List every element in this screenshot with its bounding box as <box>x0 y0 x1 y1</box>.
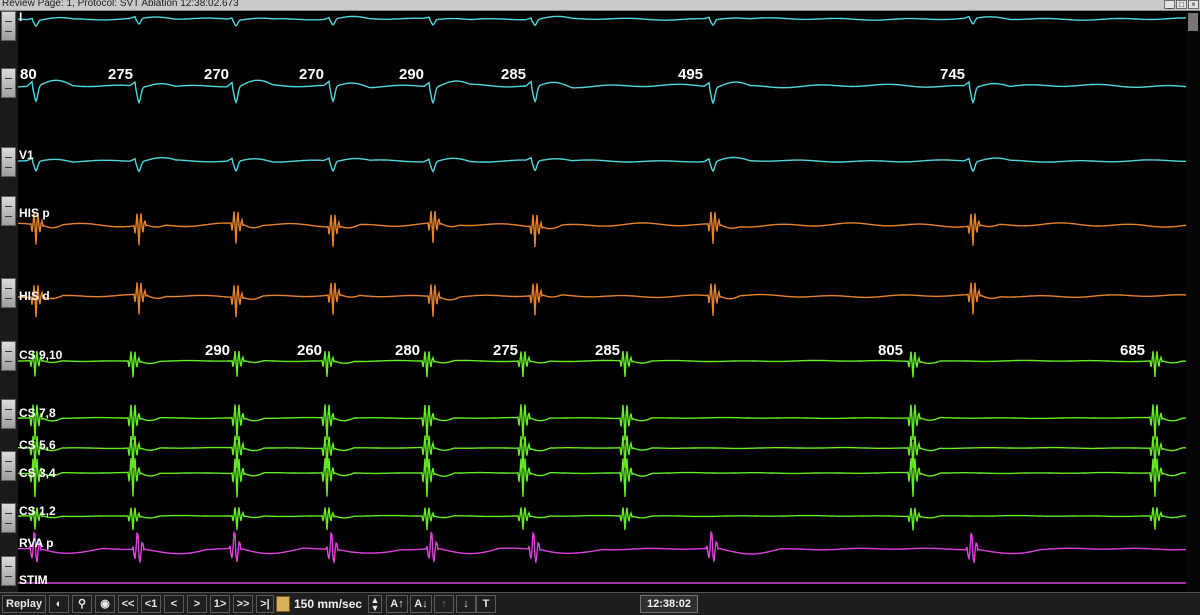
channel-label-CS56: CS 5,6 <box>19 438 56 452</box>
right-scroll-rail <box>1186 11 1200 592</box>
window-title: Review Page: 1, Protocol: SVT Ablation 1… <box>2 0 239 9</box>
waveform-canvas: I V1 HIS p HIS d CS 9,10 CS 7,8 CS 5,6 CS 3,4 CS… <box>17 10 1187 587</box>
scroll-handle[interactable] <box>1188 13 1198 31</box>
interval-label-surface: 290 <box>399 66 424 83</box>
trace-V1 <box>17 156 1186 173</box>
channel-label-V1: V1 <box>19 148 34 162</box>
channel-handle-rail <box>0 11 18 592</box>
channel-label-RVAp: RVA p <box>19 536 53 550</box>
nav-last-button[interactable]: >> <box>233 595 253 613</box>
channel-label-STIM: STIM <box>19 573 48 587</box>
channel-label-HISd: HIS d <box>19 289 50 303</box>
interval-label-surface: 270 <box>204 66 229 83</box>
channel-label-I: I <box>19 11 22 24</box>
interval-label-surface: 80 <box>20 66 37 83</box>
trace-HISp <box>17 210 1187 247</box>
channel-handle-stim[interactable] <box>1 556 16 586</box>
review-toolbar: Replay ◐ ⚲ ◉ << <1 < > 1> >> >| 150 mm/s… <box>0 592 1200 615</box>
channel-handle-v1[interactable] <box>1 147 16 177</box>
interval-label-cs: 805 <box>878 342 903 359</box>
lock-icon[interactable] <box>276 596 290 612</box>
interval-label-cs: 275 <box>493 342 518 359</box>
channel-handle-i[interactable] <box>1 11 16 41</box>
interval-label-surface: 495 <box>678 66 703 83</box>
trace-II <box>17 79 1187 105</box>
gain-up-button[interactable]: A↑ <box>386 595 408 613</box>
nav-end-button[interactable]: >| <box>256 595 274 613</box>
restore-icon[interactable]: □ <box>1176 0 1187 9</box>
sweep-speed[interactable]: 150 mm/sec <box>294 595 362 613</box>
trace-I <box>17 15 1186 27</box>
eye-icon[interactable]: ◉ <box>95 595 115 613</box>
nav-prev-button[interactable]: < <box>164 595 184 613</box>
move-down-button[interactable]: ↓ <box>456 595 476 613</box>
text-tool-button[interactable]: T <box>476 595 496 613</box>
minimize-icon[interactable]: _ <box>1164 0 1175 9</box>
channel-handle-cs-9-10[interactable] <box>1 341 16 371</box>
channel-label-CS12: CS 1,2 <box>19 504 56 518</box>
interval-label-cs: 260 <box>297 342 322 359</box>
channel-handle-his-p[interactable] <box>1 196 16 226</box>
title-bar: Review Page: 1, Protocol: SVT Ablation 1… <box>0 0 1200 11</box>
nav-first-button[interactable]: << <box>118 595 138 613</box>
close-icon[interactable]: × <box>1188 0 1199 9</box>
trace-CS12 <box>18 507 1186 531</box>
channel-label-HISp: HIS p <box>19 206 50 220</box>
channel-label-CS34: CS 3,4 <box>19 466 56 480</box>
caliper-icon[interactable]: ◐ <box>49 595 69 613</box>
interval-label-surface: 275 <box>108 66 133 83</box>
gain-down-button[interactable]: A↓ <box>410 595 432 613</box>
nav-prev-page-button[interactable]: <1 <box>141 595 161 613</box>
interval-label-cs: 685 <box>1120 342 1145 359</box>
trace-RVAp <box>18 530 1187 564</box>
time-readout: 12:38:02 <box>640 595 698 613</box>
replay-button[interactable]: Replay <box>2 595 46 613</box>
trace-CS78 <box>18 404 1186 441</box>
trace-HISd <box>18 282 1186 318</box>
speed-stepper-icon[interactable]: ▲ ▼ <box>368 595 382 613</box>
move-up-button[interactable]: ↑ <box>434 595 454 613</box>
channel-handle-cs-7-8[interactable] <box>1 399 16 429</box>
trace-CS34 <box>18 458 1186 498</box>
waveform-display[interactable]: I V1 HIS p HIS d CS 9,10 CS 7,8 CS 5,6 CS 3,4 CS… <box>17 10 1187 592</box>
channel-label-CS78: CS 7,8 <box>19 406 56 420</box>
channel-handle-ii[interactable] <box>1 68 16 98</box>
interval-label-surface: 270 <box>299 66 324 83</box>
channel-label-CS910: CS 9,10 <box>19 348 63 362</box>
channel-handle-his-d[interactable] <box>1 278 16 308</box>
marker-icon[interactable]: ⚲ <box>72 595 92 613</box>
channel-handle-cs-1-2[interactable] <box>1 503 16 533</box>
nav-next-page-button[interactable]: 1> <box>210 595 230 613</box>
interval-label-surface: 745 <box>940 66 965 83</box>
channel-handle-cs-3-4[interactable] <box>1 451 16 481</box>
interval-label-cs: 285 <box>595 342 620 359</box>
interval-label-cs: 290 <box>205 342 230 359</box>
nav-next-button[interactable]: > <box>187 595 207 613</box>
interval-label-cs: 280 <box>395 342 420 359</box>
interval-label-surface: 285 <box>501 66 526 83</box>
trace-CS56 <box>18 435 1186 469</box>
